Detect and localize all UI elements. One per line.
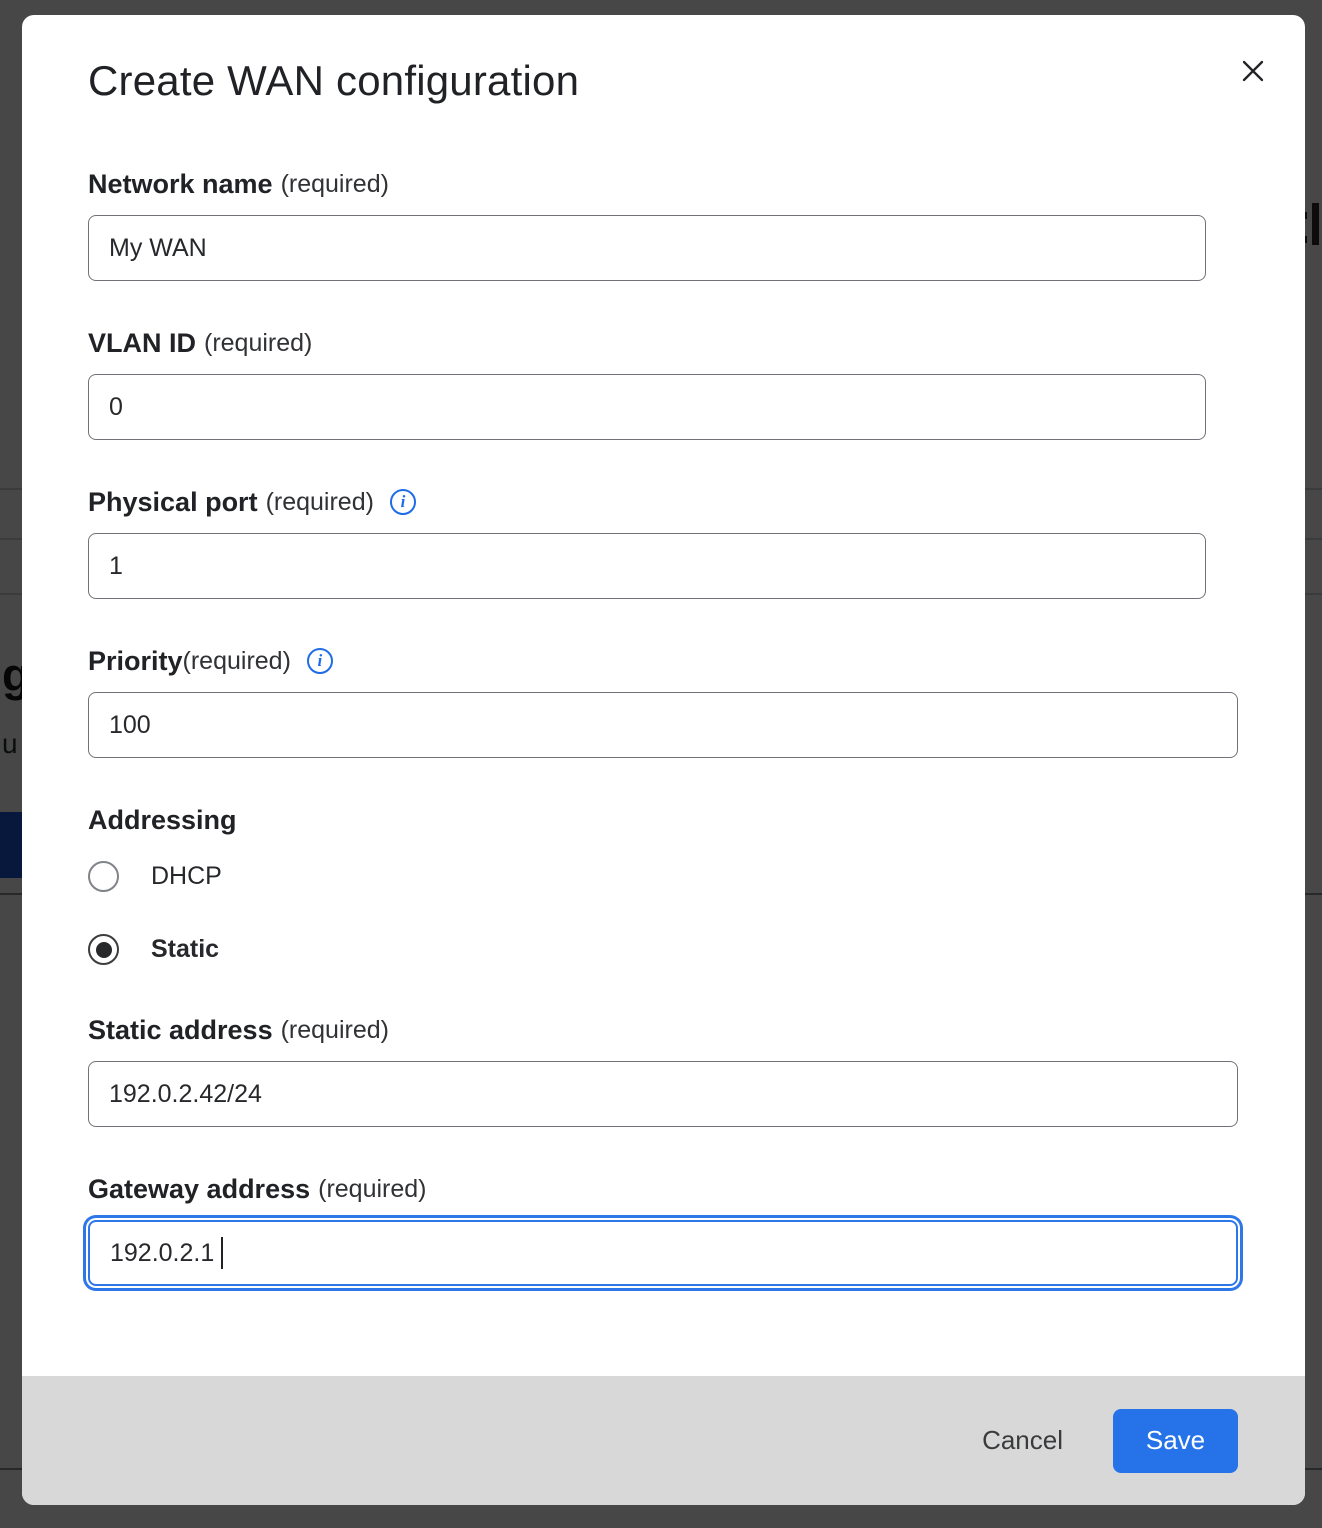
cancel-button[interactable]: Cancel xyxy=(964,1415,1081,1466)
required-hint: (required) xyxy=(281,170,389,199)
info-icon[interactable]: i xyxy=(307,648,333,674)
vlan-id-input[interactable] xyxy=(88,374,1206,440)
gateway-address-input-wrapper xyxy=(88,1220,1238,1286)
priority-field-group: Priority (required) i xyxy=(88,644,1260,758)
field-label-text: Static address xyxy=(88,1015,273,1046)
addressing-option-static[interactable]: Static xyxy=(88,934,1260,965)
gateway-address-label: Gateway address (required) xyxy=(88,1172,1260,1206)
required-hint: (required) xyxy=(266,488,374,517)
radio-option-label: Static xyxy=(151,935,219,964)
required-hint: (required) xyxy=(318,1175,426,1204)
required-hint: (required) xyxy=(183,647,291,676)
save-button[interactable]: Save xyxy=(1113,1409,1238,1473)
gateway-address-input[interactable] xyxy=(88,1220,1238,1286)
dialog-footer: Cancel Save xyxy=(22,1376,1305,1505)
static-address-input[interactable] xyxy=(88,1061,1238,1127)
radio-button-icon[interactable] xyxy=(88,861,119,892)
priority-input[interactable] xyxy=(88,692,1238,758)
required-hint: (required) xyxy=(204,329,312,358)
field-label-text: Gateway address xyxy=(88,1174,310,1205)
screen: gu u Create WAN configuration Netw xyxy=(0,0,1322,1528)
radio-button-icon[interactable] xyxy=(88,934,119,965)
addressing-option-dhcp[interactable]: DHCP xyxy=(88,861,1260,892)
network-name-field-group: Network name (required) xyxy=(88,167,1260,281)
field-label-text: Priority xyxy=(88,646,183,677)
form: Network name (required) VLAN ID (require… xyxy=(88,167,1260,1286)
section-label-text: Addressing xyxy=(88,805,237,836)
text-cursor xyxy=(221,1237,223,1269)
static-address-label: Static address (required) xyxy=(88,1013,1260,1047)
physical-port-field-group: Physical port (required) i xyxy=(88,485,1260,599)
addressing-section-label: Addressing xyxy=(88,803,1260,837)
info-icon[interactable]: i xyxy=(390,489,416,515)
required-hint: (required) xyxy=(281,1016,389,1045)
create-wan-configuration-dialog: Create WAN configuration Network name (r… xyxy=(22,15,1305,1505)
physical-port-label: Physical port (required) i xyxy=(88,485,1260,519)
physical-port-input[interactable] xyxy=(88,533,1206,599)
dialog-title: Create WAN configuration xyxy=(88,57,1260,105)
dialog-body: Create WAN configuration Network name (r… xyxy=(22,15,1305,1286)
field-label-text: Physical port xyxy=(88,487,258,518)
network-name-input[interactable] xyxy=(88,215,1206,281)
static-address-field-group: Static address (required) xyxy=(88,1013,1260,1127)
priority-label: Priority (required) i xyxy=(88,644,1260,678)
field-label-text: Network name xyxy=(88,169,273,200)
radio-option-label: DHCP xyxy=(151,862,222,891)
gateway-address-field-group: Gateway address (required) xyxy=(88,1172,1260,1286)
field-label-text: VLAN ID xyxy=(88,328,196,359)
vlan-id-label: VLAN ID (required) xyxy=(88,326,1260,360)
network-name-label: Network name (required) xyxy=(88,167,1260,201)
vlan-id-field-group: VLAN ID (required) xyxy=(88,326,1260,440)
